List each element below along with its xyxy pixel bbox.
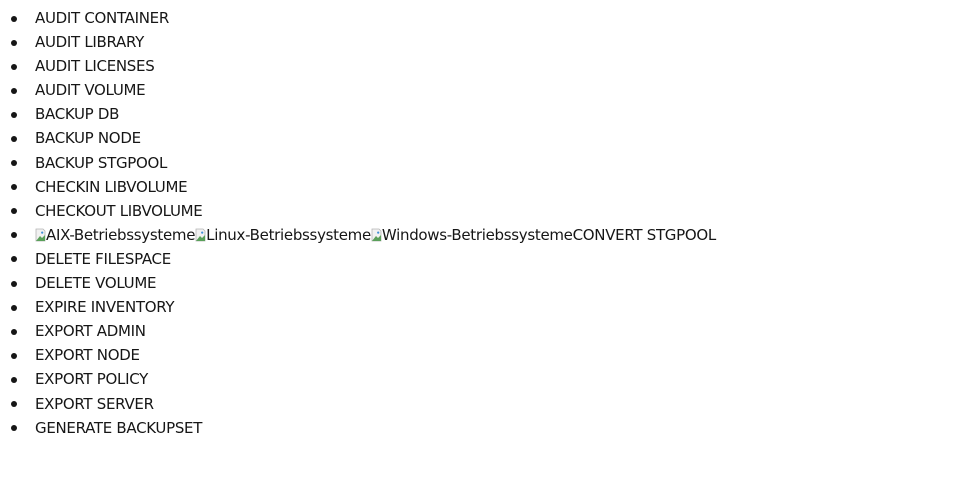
- list-item: BACKUP NODE: [0, 126, 716, 150]
- os-badge-windows: Windows-Betriebssysteme: [381, 225, 573, 244]
- list-item: CHECKIN LIBVOLUME: [0, 175, 716, 199]
- list-item: GENERATE BACKUPSET: [0, 416, 716, 440]
- command-label: AUDIT VOLUME: [35, 81, 146, 100]
- list-item: BACKUP DB: [0, 102, 716, 126]
- bullet-icon: [11, 401, 17, 407]
- command-label: BACKUP STGPOOL: [35, 153, 168, 172]
- command-label: CONVERT STGPOOL: [572, 225, 717, 244]
- command-label: EXPIRE INVENTORY: [35, 298, 175, 317]
- command-label: AUDIT CONTAINER: [35, 9, 169, 27]
- list-item: BACKUP STGPOOL: [0, 151, 716, 175]
- bullet-icon: [11, 232, 17, 239]
- command-label: BACKUP DB: [35, 105, 120, 124]
- bullet-icon: [11, 280, 17, 287]
- bullet-icon: [11, 425, 17, 432]
- command-label: DELETE VOLUME: [35, 274, 157, 293]
- command-label: EXPORT POLICY: [35, 370, 148, 389]
- list-item: EXPORT ADMIN: [0, 319, 716, 343]
- command-label: AUDIT LICENSES: [35, 57, 155, 76]
- bullet-icon: [11, 376, 17, 383]
- broken-image-icon: [195, 228, 206, 242]
- bullet-icon: [11, 208, 17, 215]
- bullet-icon: [11, 87, 17, 94]
- command-label: EXPORT ADMIN: [35, 322, 146, 341]
- bullet-icon: [11, 184, 17, 191]
- list-item: EXPORT NODE: [0, 343, 716, 367]
- broken-image-icon: [35, 228, 46, 242]
- bullet-icon: [11, 63, 17, 70]
- command-label: CHECKIN LIBVOLUME: [35, 177, 188, 196]
- command-label: EXPORT SERVER: [35, 394, 154, 413]
- bullet-icon: [11, 15, 17, 22]
- list-item: EXPIRE INVENTORY: [0, 295, 716, 319]
- os-badge-aix: AIX-Betriebssysteme: [46, 225, 196, 244]
- bullet-icon: [11, 352, 17, 359]
- bullet-icon: [11, 111, 17, 118]
- list-item: AUDIT LIBRARY: [0, 30, 716, 54]
- command-list: AUDIT CONTAINER AUDIT LIBRARY AUDIT LICE…: [0, 6, 716, 440]
- broken-image-icon: [371, 228, 382, 242]
- command-label: BACKUP NODE: [35, 129, 141, 148]
- bullet-icon: [11, 256, 17, 263]
- list-item: CHECKOUT LIBVOLUME: [0, 199, 716, 223]
- bullet-icon: [11, 328, 17, 335]
- command-label: AUDIT LIBRARY: [35, 33, 145, 52]
- command-label: DELETE FILESPACE: [35, 249, 171, 268]
- command-label: CHECKOUT LIBVOLUME: [35, 201, 203, 220]
- command-label: EXPORT NODE: [35, 346, 140, 365]
- list-item: AIX-Betriebssysteme Linux-Betriebssystem…: [0, 223, 716, 247]
- list-item: AUDIT VOLUME: [0, 78, 716, 102]
- bullet-icon: [11, 135, 17, 142]
- bullet-icon: [11, 39, 17, 46]
- os-badge-linux: Linux-Betriebssysteme: [206, 225, 371, 244]
- list-item: AUDIT LICENSES: [0, 54, 716, 78]
- list-item: DELETE FILESPACE: [0, 247, 716, 271]
- list-item: EXPORT SERVER: [0, 392, 716, 416]
- list-item: EXPORT POLICY: [0, 367, 716, 391]
- list-item: AUDIT CONTAINER: [0, 6, 716, 30]
- list-item: DELETE VOLUME: [0, 271, 716, 295]
- command-label: GENERATE BACKUPSET: [35, 418, 203, 437]
- bullet-icon: [11, 160, 17, 167]
- bullet-icon: [11, 304, 17, 311]
